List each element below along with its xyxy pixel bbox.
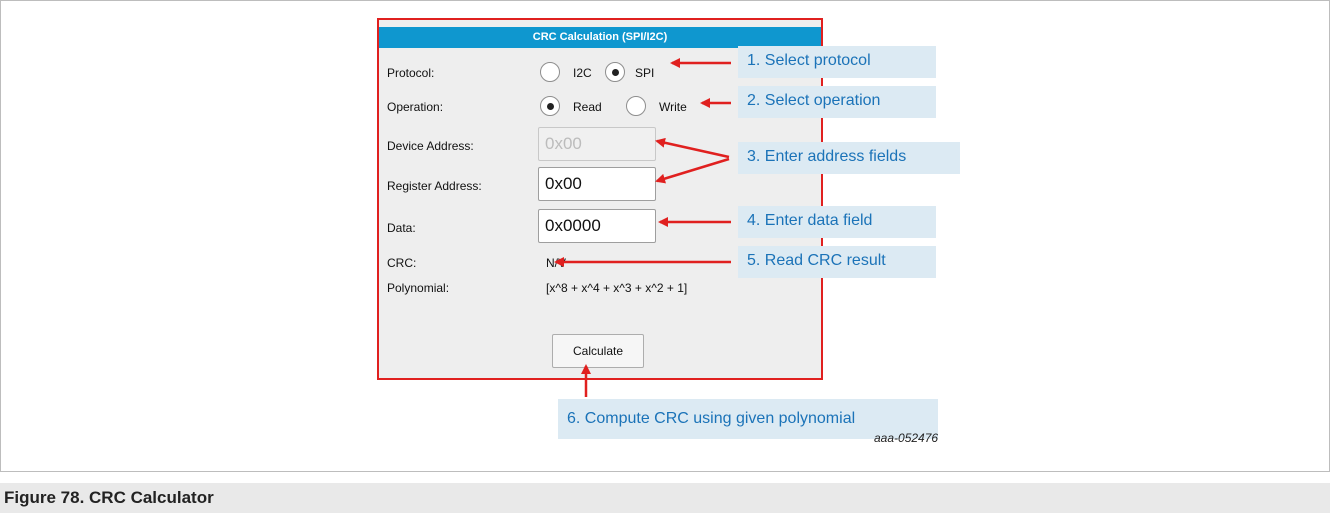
figure-frame: CRC Calculation (SPI/I2C) Protocol: I2C …	[0, 0, 1330, 472]
figure-caption: Figure 78. CRC Calculator	[0, 483, 1330, 513]
annotation-arrows	[554, 58, 731, 397]
arrow-to-register-address	[655, 157, 730, 184]
arrow-to-device-address	[655, 137, 730, 159]
